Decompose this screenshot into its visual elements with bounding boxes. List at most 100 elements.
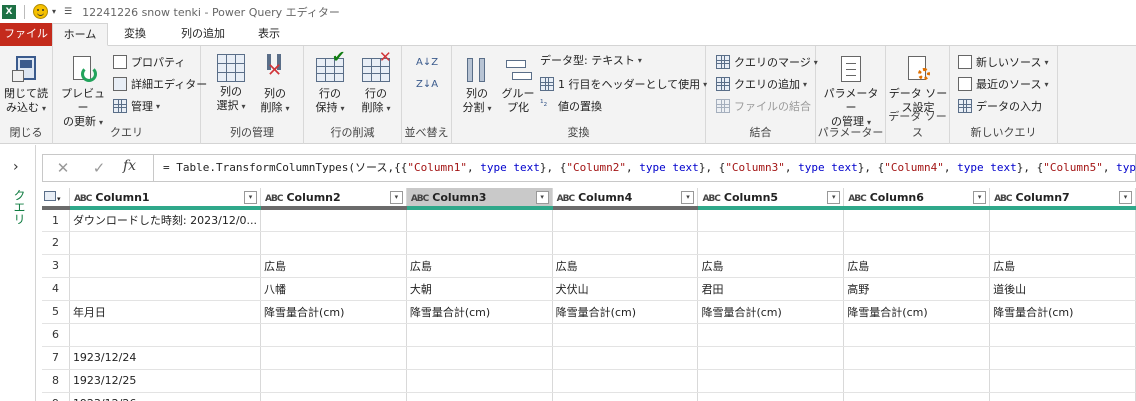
table-cell[interactable] [406, 208, 553, 232]
table-cell[interactable]: 広島 [260, 254, 407, 278]
column-header-2[interactable]: ABC Column2 ▾ [260, 188, 407, 210]
table-cell[interactable]: 降雪量合計(cm) [406, 300, 553, 324]
table-cell[interactable]: 八幡 [260, 277, 407, 301]
table-cell[interactable] [989, 392, 1136, 401]
table-cell[interactable] [260, 346, 407, 370]
expand-queries-chevron-icon[interactable]: › [13, 159, 19, 175]
text-type-icon[interactable]: ABC [557, 194, 575, 204]
replace-values-button[interactable]: ¹₂ 値の置換 [540, 96, 602, 116]
data-type-button[interactable]: データ型: テキスト ▾ [540, 50, 642, 70]
table-cell[interactable]: 広島 [843, 254, 991, 278]
formula-input[interactable]: = Table.TransformColumnTypes(ソース,{{"Colu… [163, 155, 1136, 181]
text-type-icon[interactable]: ABC [994, 194, 1012, 204]
column-header-6[interactable]: ABC Column6 ▾ [843, 188, 991, 210]
table-cell[interactable] [406, 346, 553, 370]
tab-file[interactable]: ファイル [0, 23, 52, 46]
table-cell[interactable]: 犬伏山 [552, 277, 699, 301]
manage-parameters-button[interactable]: パラメーター の管理 ▾ [820, 54, 882, 130]
feedback-dropdown-icon[interactable]: ▾ [52, 7, 56, 16]
table-cell[interactable] [989, 208, 1136, 232]
column-filter-dropdown-icon[interactable]: ▾ [1119, 191, 1132, 204]
enter-data-button[interactable]: データの入力 [958, 96, 1042, 116]
table-cell[interactable] [552, 346, 699, 370]
table-cell[interactable] [69, 277, 262, 301]
table-cell[interactable] [69, 231, 262, 255]
recent-sources-button[interactable]: 最近のソース ▾ [958, 74, 1048, 94]
table-cell[interactable] [406, 369, 553, 393]
table-cell[interactable] [843, 369, 991, 393]
column-filter-dropdown-icon[interactable]: ▾ [535, 191, 549, 204]
text-type-icon[interactable]: ABC [848, 194, 866, 204]
table-cell[interactable]: 降雪量合計(cm) [552, 300, 699, 324]
column-filter-dropdown-icon[interactable]: ▾ [681, 191, 695, 204]
keep-rows-button[interactable]: ✔ 行の 保持 ▾ [308, 49, 352, 116]
table-cell[interactable]: 降雪量合計(cm) [843, 300, 991, 324]
table-cell[interactable]: 君田 [697, 277, 845, 301]
choose-columns-button[interactable]: 列の 選択 ▾ [209, 54, 253, 114]
table-cell[interactable] [843, 208, 991, 232]
column-filter-dropdown-icon[interactable]: ▾ [244, 191, 258, 204]
table-cell[interactable]: ダウンロードした時刻: 2023/12/0... [69, 208, 262, 232]
table-cell[interactable]: 広島 [697, 254, 845, 278]
table-cell[interactable] [697, 323, 845, 347]
text-type-icon[interactable]: ABC [411, 194, 429, 204]
table-cell[interactable] [260, 369, 407, 393]
tab-view[interactable]: 表示 [244, 23, 294, 46]
quick-access-menu-icon[interactable]: ☰ [64, 7, 72, 17]
sort-ascending-button[interactable]: A↓Z [416, 52, 438, 72]
table-cell[interactable] [260, 231, 407, 255]
refresh-preview-button[interactable]: プレビュー の更新 ▾ [57, 54, 109, 130]
table-cell[interactable]: 1923/12/24 [69, 346, 262, 370]
table-cell[interactable] [552, 392, 699, 401]
feedback-smiley-icon[interactable] [33, 4, 48, 19]
table-cell[interactable] [989, 323, 1136, 347]
cancel-formula-icon[interactable]: ✕ [45, 155, 81, 181]
text-type-icon[interactable]: ABC [74, 194, 92, 204]
table-cell[interactable]: 降雪量合計(cm) [697, 300, 845, 324]
table-cell[interactable] [406, 392, 553, 401]
table-cell[interactable] [552, 208, 699, 232]
table-cell[interactable] [552, 231, 699, 255]
table-cell[interactable] [843, 323, 991, 347]
table-cell[interactable]: 1923/12/26 [69, 392, 262, 401]
table-menu-icon[interactable]: ▾ [42, 188, 70, 210]
table-cell[interactable] [697, 208, 845, 232]
table-cell[interactable] [552, 323, 699, 347]
new-source-button[interactable]: 新しいソース ▾ [958, 52, 1048, 72]
table-cell[interactable] [260, 323, 407, 347]
column-filter-dropdown-icon[interactable]: ▾ [389, 191, 403, 204]
column-header-7[interactable]: ABC Column7 ▾ [989, 188, 1136, 210]
table-cell[interactable]: 年月日 [69, 300, 262, 324]
remove-rows-button[interactable]: ✕ 行の 削除 ▾ [354, 50, 398, 116]
table-cell[interactable] [843, 346, 991, 370]
table-cell[interactable]: 大朝 [406, 277, 553, 301]
merge-queries-button[interactable]: クエリのマージ ▾ [716, 52, 818, 72]
table-cell[interactable] [260, 392, 407, 401]
table-cell[interactable] [843, 231, 991, 255]
table-cell[interactable] [989, 346, 1136, 370]
column-header-1[interactable]: ABC Column1 ▾ [69, 188, 262, 210]
combine-files-button[interactable]: ファイルの結合 [716, 96, 811, 116]
text-type-icon[interactable]: ABC [265, 194, 283, 204]
column-header-5[interactable]: ABC Column5 ▾ [697, 188, 845, 210]
table-cell[interactable] [260, 208, 407, 232]
tab-home[interactable]: ホーム [52, 23, 108, 46]
table-cell[interactable] [697, 346, 845, 370]
column-filter-dropdown-icon[interactable]: ▾ [827, 191, 841, 204]
table-cell[interactable]: 広島 [989, 254, 1136, 278]
table-cell[interactable] [989, 369, 1136, 393]
table-cell[interactable]: 広島 [552, 254, 699, 278]
manage-button[interactable]: 管理 ▾ [113, 96, 160, 116]
table-cell[interactable] [989, 231, 1136, 255]
table-cell[interactable] [697, 392, 845, 401]
split-column-button[interactable]: 列の 分割 ▾ [456, 54, 498, 116]
table-cell[interactable] [406, 231, 553, 255]
table-cell[interactable] [69, 254, 262, 278]
table-cell[interactable] [406, 323, 553, 347]
tab-add-column[interactable]: 列の追加 [162, 23, 244, 46]
table-cell[interactable] [697, 369, 845, 393]
text-type-icon[interactable]: ABC [702, 194, 720, 204]
group-by-button[interactable]: グルー プ化 [498, 54, 538, 115]
properties-button[interactable]: プロパティ [113, 52, 185, 72]
column-header-4[interactable]: ABC Column4 ▾ [552, 188, 699, 210]
